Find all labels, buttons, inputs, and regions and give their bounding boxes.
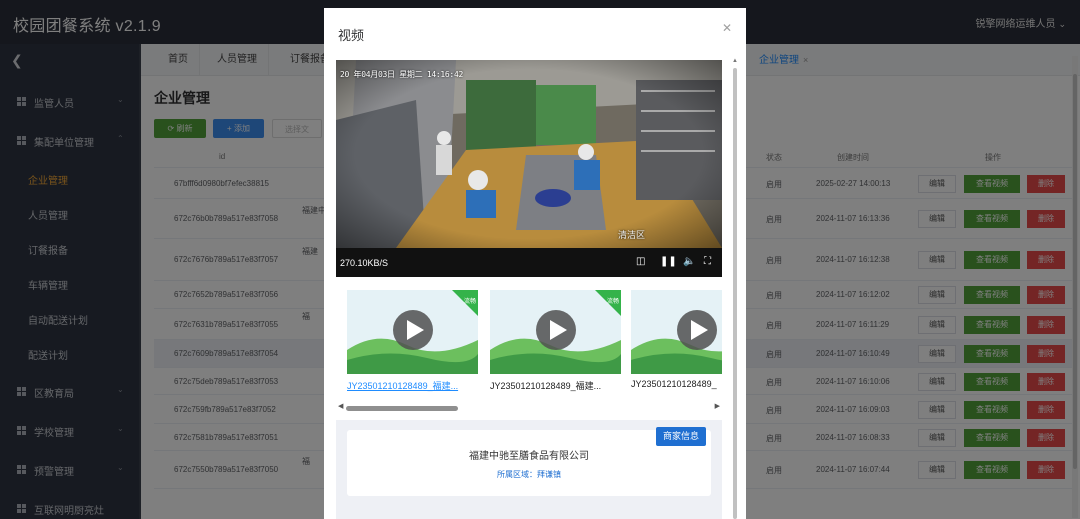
timestamp-overlay: 20 年04月03日 星期二 14:16:42 bbox=[340, 70, 463, 79]
thumbnail-caption[interactable]: JY23501210128489_福建... bbox=[347, 379, 458, 392]
pause-icon[interactable]: ❚❚ bbox=[660, 256, 677, 267]
video-thumbnail-list: 流畅 JY23501210128489_福建... 流畅 JY235012101… bbox=[336, 288, 722, 408]
fullscreen-icon[interactable]: ⛶ bbox=[704, 256, 711, 267]
merchant-area: 所属区域：拜谦镇 bbox=[497, 470, 561, 479]
thumbnail-caption[interactable]: JY23501210128489_ bbox=[631, 379, 717, 389]
close-icon[interactable]: ✕ bbox=[722, 21, 732, 35]
quality-tag: 流畅 bbox=[606, 299, 619, 305]
scroll-left-icon[interactable]: ◀ bbox=[338, 402, 343, 410]
merchant-name: 福建中驰至膳食品有限公司 bbox=[469, 451, 589, 462]
video-player[interactable]: 20 年04月03日 星期二 14:16:42 清洁区 270.10KB/S ◫… bbox=[336, 60, 722, 277]
player-controls: 270.10KB/S ◫ ❚❚ 🔈 ⛶ bbox=[336, 248, 722, 277]
scroll-up-icon[interactable]: ▲ bbox=[732, 58, 738, 64]
camera-snapshot-icon[interactable]: ◫ bbox=[636, 256, 645, 267]
bitrate-readout: 270.10KB/S bbox=[340, 258, 389, 268]
thumbnail-image: 流畅 bbox=[347, 290, 478, 374]
merchant-section: 商家信息 福建中驰至膳食品有限公司 所属区域：拜谦镇 bbox=[336, 420, 722, 519]
volume-icon[interactable]: 🔈 bbox=[683, 256, 695, 267]
thumbnail-scrollbar[interactable]: ◀ ▶ bbox=[336, 402, 722, 414]
scroll-thumb[interactable] bbox=[346, 406, 458, 411]
merchant-card: 商家信息 福建中驰至膳食品有限公司 所属区域：拜谦镇 bbox=[347, 427, 711, 496]
dialog-title: 视频 bbox=[338, 28, 365, 43]
quality-tag: 流畅 bbox=[463, 299, 476, 305]
scroll-right-icon[interactable]: ▶ bbox=[715, 402, 720, 410]
camera-label: 清洁区 bbox=[618, 230, 646, 240]
thumbnail-image: 流畅 bbox=[490, 290, 621, 374]
dialog-scrollbar[interactable]: ▲ bbox=[732, 58, 738, 519]
camera-feed bbox=[336, 60, 722, 248]
scroll-thumb[interactable] bbox=[733, 68, 737, 519]
merchant-info-badge: 商家信息 bbox=[655, 427, 706, 446]
video-dialog: 视频 ✕ 20 年04月03日 星期二 14:16:42 清洁区 270.10K… bbox=[324, 8, 746, 519]
thumbnail-image: 流畅 bbox=[631, 290, 722, 374]
thumbnail-caption[interactable]: JY23501210128489_福建... bbox=[490, 379, 601, 392]
